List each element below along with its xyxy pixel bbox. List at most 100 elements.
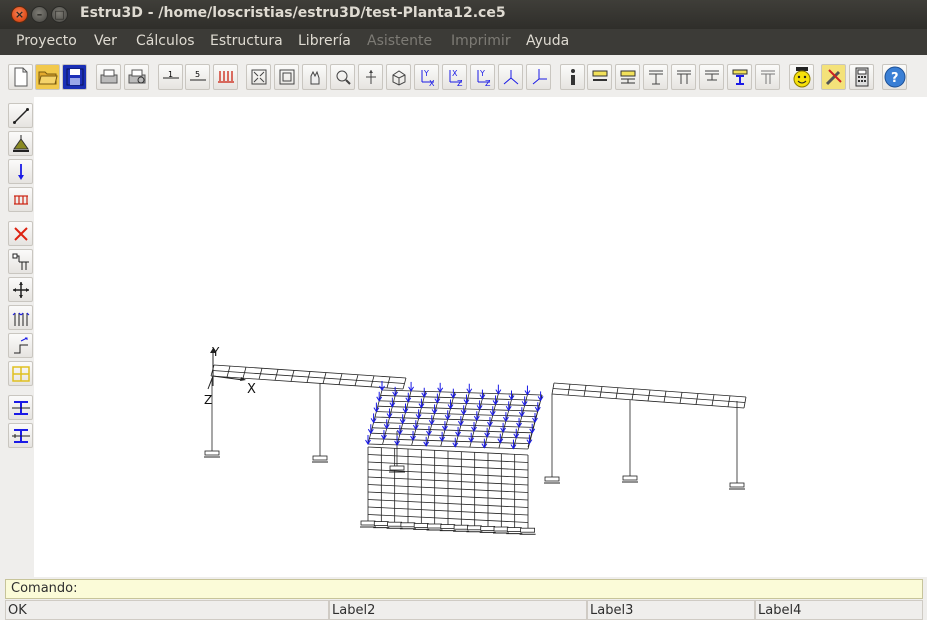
section-4-button[interactable] [671, 64, 696, 90]
print-preview-button[interactable] [124, 64, 149, 90]
beam-section-button[interactable] [8, 395, 33, 420]
nodes-button[interactable] [8, 249, 33, 274]
section-6-button[interactable] [727, 64, 752, 90]
node-number-button[interactable]: 1 [158, 64, 183, 90]
left-slab [212, 370, 405, 384]
status-label4: Label4 [755, 600, 923, 620]
section-3-icon [648, 70, 663, 85]
draw-bar-button[interactable] [8, 103, 33, 128]
roof-grid [376, 411, 537, 417]
svg-text:Z: Z [457, 79, 463, 87]
roof-grid [373, 422, 534, 428]
section-5-button[interactable] [699, 64, 724, 90]
tools-button[interactable] [821, 64, 846, 90]
menu-proyecto[interactable]: Proyecto [16, 33, 77, 49]
grid-button[interactable] [8, 361, 33, 386]
view-xy-button[interactable]: YX [414, 64, 439, 90]
load-arrow [479, 389, 486, 400]
info-button[interactable] [560, 64, 585, 90]
load-arrow [421, 387, 428, 398]
menu-asistente[interactable]: Asistente [367, 33, 432, 49]
calculator-button[interactable] [849, 64, 874, 90]
background-window-strip [0, 620, 927, 626]
point-load-button[interactable] [8, 159, 33, 184]
svg-text:Y: Y [423, 69, 429, 78]
svg-text:X: X [429, 79, 435, 87]
menu-calculos[interactable]: Cálculos [136, 33, 195, 49]
support-symbol [312, 455, 328, 463]
svg-text:Z: Z [485, 79, 491, 87]
pan-button[interactable] [302, 64, 327, 90]
load-arrow [437, 382, 444, 393]
view-3d-button[interactable] [386, 64, 411, 90]
zoom-extents-button[interactable] [246, 64, 271, 90]
menu-imprimir[interactable]: Imprimir [451, 33, 511, 49]
open-folder-icon [37, 71, 58, 85]
distributed-load-button[interactable] [8, 187, 33, 212]
section-3-button[interactable] [643, 64, 668, 90]
right-slab [551, 393, 745, 409]
zoom-button[interactable] [330, 64, 355, 90]
section-6-icon [732, 69, 747, 85]
status-label2: Label2 [329, 600, 587, 620]
minimize-window-button[interactable]: – [31, 6, 48, 23]
load-arrow [537, 391, 544, 402]
mirror-button[interactable] [8, 305, 33, 330]
drawing-canvas[interactable]: Y X Z [34, 97, 927, 577]
menu-libreria[interactable]: Librería [298, 33, 351, 49]
view-xy-icon: YX [421, 69, 435, 87]
section-1-button[interactable] [587, 64, 612, 90]
copy-button[interactable] [8, 333, 33, 358]
view-yz-icon: YZ [477, 69, 491, 87]
view-3d-icon [392, 70, 405, 86]
section-4-icon [676, 70, 691, 84]
menu-ayuda[interactable]: Ayuda [526, 33, 569, 49]
smiley-icon [793, 67, 810, 88]
close-window-button[interactable]: × [11, 6, 28, 23]
axes-button[interactable] [526, 64, 551, 90]
maximize-window-button[interactable]: □ [51, 6, 68, 23]
load-values-button[interactable] [213, 64, 238, 90]
bar-number-icon: 5 [189, 70, 206, 81]
load-arrow [495, 384, 502, 395]
structure-mesh [204, 364, 747, 535]
menu-bar: Proyecto Ver Cálculos Estructura Librerí… [0, 29, 927, 55]
view-xyz-button[interactable] [498, 64, 523, 90]
point-load-icon [17, 163, 24, 180]
beam-section-2-button[interactable] [8, 423, 33, 448]
section-2-button[interactable] [615, 64, 640, 90]
new-file-button[interactable] [8, 64, 33, 90]
section-7-button[interactable] [755, 64, 780, 90]
save-button[interactable] [62, 64, 87, 90]
support-symbol [544, 476, 560, 484]
menu-ver[interactable]: Ver [94, 33, 117, 49]
load-arrow [466, 383, 473, 394]
view-yz-button[interactable]: YZ [470, 64, 495, 90]
move-button[interactable] [8, 277, 33, 302]
rotate-button[interactable] [358, 64, 383, 90]
section-7-icon [760, 70, 775, 84]
beam-section-2-icon [11, 428, 30, 443]
load-arrow [450, 388, 457, 399]
print-button[interactable] [96, 64, 121, 90]
smiley-button[interactable] [789, 64, 814, 90]
svg-text:Y: Y [479, 69, 485, 78]
roof-grid [372, 427, 533, 434]
axes-icon [532, 69, 547, 85]
view-zx-button[interactable]: XZ [442, 64, 467, 90]
zoom-window-button[interactable] [274, 64, 299, 90]
menu-estructura[interactable]: Estructura [210, 33, 283, 49]
nodes-icon [12, 253, 29, 270]
support-symbol [360, 520, 376, 528]
right-slab [552, 388, 746, 403]
help-button[interactable]: ? [882, 64, 907, 90]
print-preview-icon [128, 69, 145, 84]
view-xyz-icon [503, 70, 518, 85]
save-icon [66, 68, 83, 86]
pan-icon [310, 70, 319, 85]
delete-button[interactable] [8, 221, 33, 246]
open-folder-button[interactable] [35, 64, 60, 90]
bar-number-button[interactable]: 5 [185, 64, 210, 90]
command-bar[interactable]: Comando: [5, 579, 923, 599]
support-button[interactable] [8, 131, 33, 156]
